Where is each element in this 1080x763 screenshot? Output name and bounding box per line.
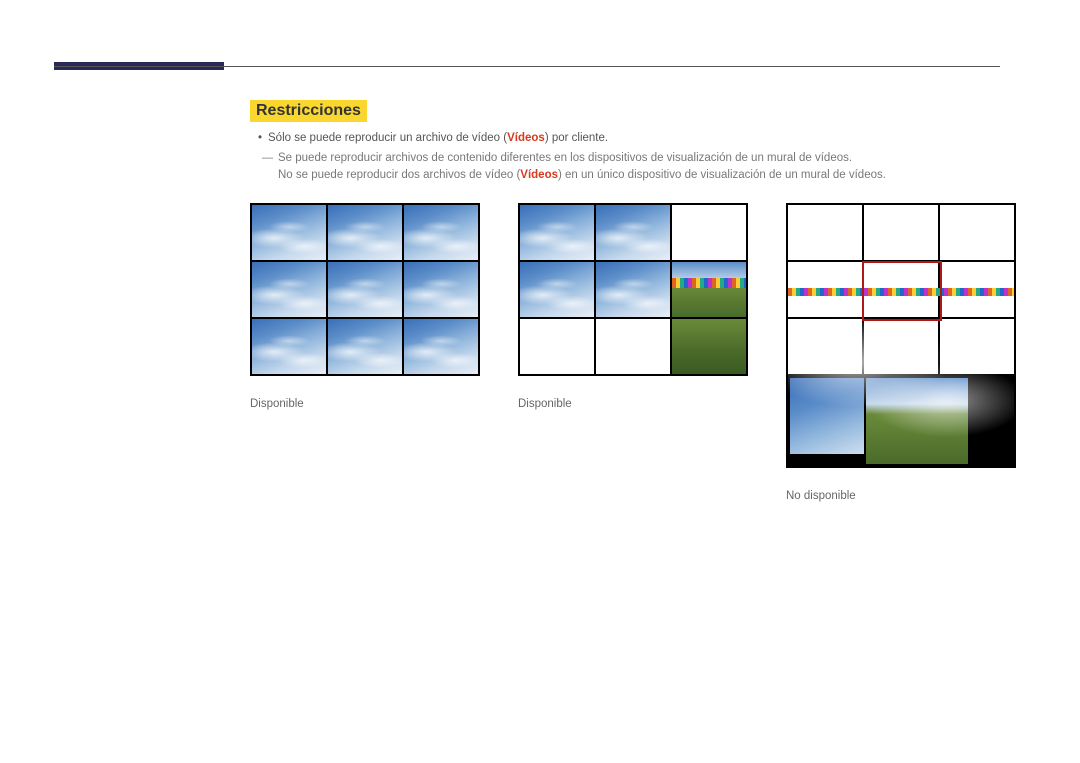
grid-cell — [520, 205, 594, 260]
grid-cell — [672, 205, 746, 260]
grid-cell — [596, 319, 670, 374]
subnote-line2-highlight: Vídeos — [520, 169, 558, 181]
grid-cell — [252, 319, 326, 374]
diagram-2: Disponible — [518, 203, 748, 502]
grid-cell — [672, 319, 746, 374]
grid-cell — [252, 262, 326, 317]
subnote-line2-post: ) en un único dispositivo de visualizaci… — [558, 169, 886, 181]
grid-cell — [404, 262, 478, 317]
subnote-line-1: Se puede reproducir archivos de contenid… — [278, 150, 1000, 167]
diagram-3: No disponible — [786, 203, 1016, 502]
diagram-1: Disponible — [250, 203, 480, 502]
grid-cell — [520, 319, 594, 374]
sub-note: Se puede reproducir archivos de contenid… — [278, 150, 1000, 185]
bullet-text-post: ) por cliente. — [545, 132, 608, 144]
subnote-line-2: No se puede reproducir dos archivos de v… — [278, 167, 1000, 184]
diagram-row: Disponible Disponible — [250, 203, 1000, 502]
grid-cell — [328, 319, 402, 374]
grid-cell — [328, 262, 402, 317]
bullet-item: • Sólo se puede reproducir un archivo de… — [258, 132, 1000, 144]
grid-cell — [252, 205, 326, 260]
overlay-video-a — [788, 376, 916, 456]
bullet-text: Sólo se puede reproducir un archivo de v… — [268, 132, 608, 144]
caption-3: No disponible — [786, 490, 1016, 502]
grid-cell — [404, 205, 478, 260]
grid-cell — [404, 319, 478, 374]
bullet-dot: • — [258, 132, 268, 144]
grid-cell — [328, 205, 402, 260]
videowall-grid-3 — [786, 203, 1016, 468]
caption-2: Disponible — [518, 398, 748, 410]
grid-cell — [672, 262, 746, 317]
videowall-grid-1 — [250, 203, 480, 376]
bullet-text-pre: Sólo se puede reproducir un archivo de v… — [268, 132, 507, 144]
videowall-grid-2 — [518, 203, 748, 376]
grid-cell — [596, 262, 670, 317]
subnote-line2-pre: No se puede reproducir dos archivos de v… — [278, 169, 520, 181]
grid-cell — [596, 205, 670, 260]
main-content: Restricciones • Sólo se puede reproducir… — [250, 100, 1000, 502]
section-title: Restricciones — [250, 100, 367, 122]
header-rule — [54, 66, 1000, 67]
grid-cell — [520, 262, 594, 317]
caption-1: Disponible — [250, 398, 480, 410]
bullet-text-highlight: Vídeos — [507, 132, 545, 144]
